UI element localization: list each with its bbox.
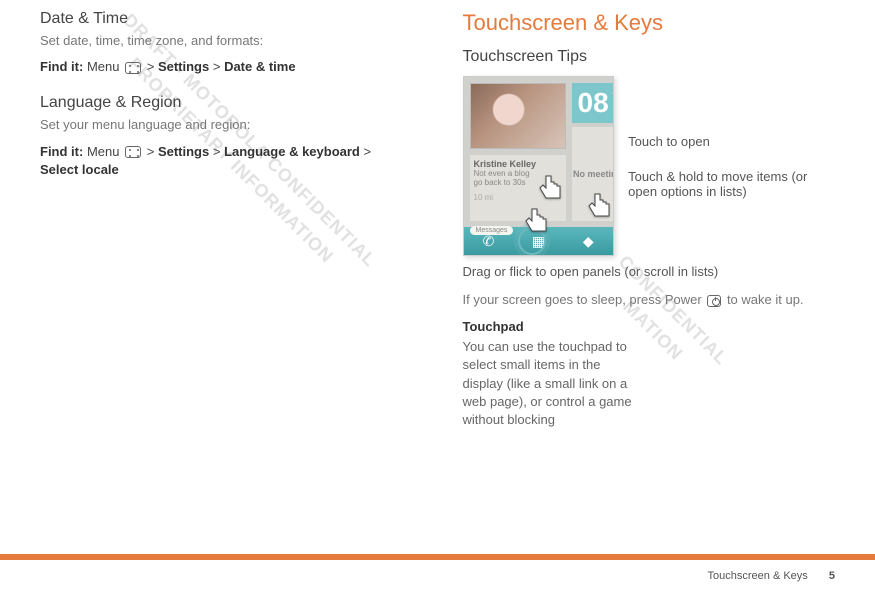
drag-arrow [474,255,594,256]
sleep-text-part1: If your screen goes to sleep, press Powe… [463,292,702,307]
callout-touch-open: Touch to open [628,134,835,149]
findit-label: Find it: [40,59,83,74]
date-time-heading: Date & Time [40,10,413,28]
page-title: Touchscreen & Keys [463,10,836,36]
hand-pointer-icon [583,190,615,222]
findit-lang-kbd: Language & keyboard [224,144,360,159]
page-footer: Touchscreen & Keys 5 [0,554,875,592]
sleep-wake-text: If your screen goes to sleep, press Powe… [463,291,823,309]
date-badge: 08 THU JUL [572,83,615,123]
date-time-subtext: Set date, time, time zone, and formats: [40,32,413,50]
hand-pointer-icon [520,205,552,237]
findit-menu-text: Menu [87,59,120,74]
phone-icon: ✆ [464,233,514,250]
drag-caption: Drag or flick to open panels (or scroll … [463,264,836,279]
date-day-number: 08 [578,87,609,119]
language-region-heading: Language & Region [40,94,413,112]
callout-column: Touch to open Touch & hold to move items… [628,76,835,256]
findit-settings: Settings [158,59,209,74]
callout-touch-hold: Touch & hold to move items (or open opti… [628,169,835,199]
contacts-icon: ◆ [563,233,613,250]
messages-pill: Messages [470,226,514,235]
findit-date-time-target: Date & time [224,59,296,74]
contact-photo [470,83,566,149]
findit-label: Find it: [40,144,83,159]
language-region-subtext: Set your menu language and region: [40,116,413,134]
menu-grid-icon [125,146,141,158]
touchscreen-tips-heading: Touchscreen Tips [463,48,836,66]
findit-select-locale: Select locale [40,162,119,177]
touchpad-paragraph: You can use the touchpad to select small… [463,338,643,429]
findit-language-region: Find it: Menu > Settings > Language & ke… [40,143,413,179]
contact-name: Kristine Kelley [474,159,562,169]
touchpad-heading: Touchpad [463,319,836,334]
findit-settings: Settings [158,144,209,159]
date-month: JUL [613,103,615,114]
menu-grid-icon [125,62,141,74]
findit-date-time: Find it: Menu > Settings > Date & time [40,58,413,76]
sleep-text-part2: to wake it up. [727,292,804,307]
footer-page-number: 5 [829,570,835,582]
power-button-icon [707,295,721,307]
hand-pointer-icon [534,172,566,204]
findit-menu-text: Menu [87,144,120,159]
phone-screen-mockup: 08 THU JUL Kristine Kelley Not even a bl… [463,76,615,256]
footer-section-name: Touchscreen & Keys [708,570,808,582]
